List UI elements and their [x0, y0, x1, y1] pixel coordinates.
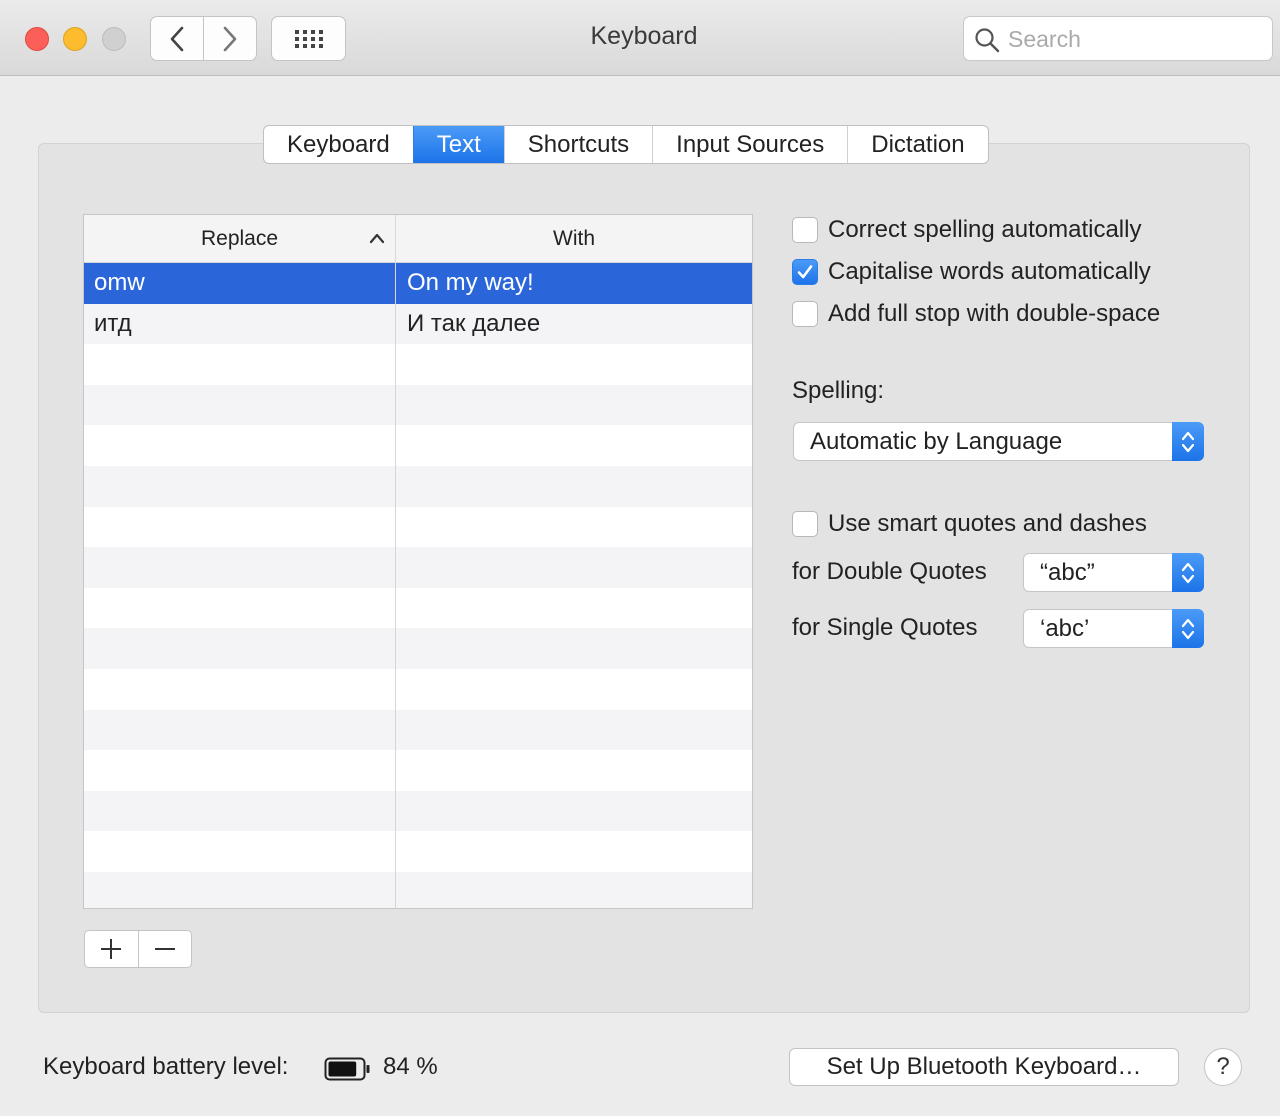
column-header-with-label: With	[553, 227, 595, 250]
tab-shortcuts[interactable]: Shortcuts	[503, 126, 652, 163]
replace-cell[interactable]: итд	[84, 304, 396, 345]
plus-icon	[101, 939, 122, 959]
empty-row	[84, 588, 752, 629]
add-button[interactable]	[85, 931, 138, 967]
correct-spelling-checkbox[interactable]	[792, 217, 818, 243]
add-remove-buttons	[84, 930, 192, 968]
battery-icon	[324, 1057, 370, 1081]
tab-input-sources[interactable]: Input Sources	[652, 126, 847, 163]
popup-arrows-icon	[1172, 553, 1204, 592]
smart-quotes-checkbox[interactable]	[792, 511, 818, 537]
battery-level-value: 84 %	[383, 1053, 438, 1080]
column-header-replace[interactable]: Replace	[84, 215, 396, 263]
correct-spelling-option[interactable]: Correct spelling automatically	[792, 215, 1141, 245]
smart-quotes-label: Use smart quotes and dashes	[828, 510, 1147, 537]
spelling-popup[interactable]: Automatic by Language	[793, 422, 1204, 461]
column-divider	[395, 263, 396, 908]
capitalise-words-checkbox[interactable]	[792, 259, 818, 285]
empty-row	[84, 344, 752, 385]
empty-row	[84, 507, 752, 548]
single-quotes-popup-value: ‘abc’	[1040, 615, 1090, 642]
tab-dictation[interactable]: Dictation	[847, 126, 987, 163]
smart-quotes-option[interactable]: Use smart quotes and dashes	[792, 509, 1147, 539]
with-cell[interactable]: On my way!	[396, 263, 752, 304]
column-header-replace-label: Replace	[200, 227, 279, 250]
empty-row	[84, 425, 752, 466]
capitalise-words-label: Capitalise words automatically	[828, 258, 1151, 285]
table-rows: omw On my way! итд И так далее	[84, 263, 752, 908]
empty-row	[84, 384, 752, 426]
tab-bar: Keyboard Text Shortcuts Input Sources Di…	[263, 125, 989, 164]
battery-level-label: Keyboard battery level:	[43, 1053, 289, 1080]
full-stop-option[interactable]: Add full stop with double-space	[792, 299, 1160, 329]
popup-arrows-icon	[1172, 609, 1204, 648]
search-input[interactable]	[1008, 23, 1258, 55]
double-quotes-label: for Double Quotes	[792, 558, 987, 585]
empty-row	[84, 628, 752, 669]
help-button[interactable]: ?	[1204, 1048, 1242, 1086]
search-icon	[975, 28, 1000, 53]
tab-keyboard[interactable]: Keyboard	[264, 126, 413, 163]
spelling-popup-value: Automatic by Language	[810, 428, 1063, 455]
double-quotes-popup-value: “abc”	[1040, 559, 1095, 586]
empty-row	[84, 465, 752, 507]
single-quotes-popup[interactable]: ‘abc’	[1023, 609, 1204, 648]
minus-icon	[154, 948, 175, 950]
single-quotes-label: for Single Quotes	[792, 614, 978, 641]
capitalise-words-option[interactable]: Capitalise words automatically	[792, 257, 1151, 287]
remove-button[interactable]	[137, 931, 192, 967]
text-replacement-table[interactable]: Replace With omw On my way! итд И так да…	[83, 214, 753, 909]
double-quotes-popup[interactable]: “abc”	[1023, 553, 1204, 592]
empty-row	[84, 871, 752, 908]
empty-row	[84, 547, 752, 588]
set-up-bluetooth-keyboard-button[interactable]: Set Up Bluetooth Keyboard…	[789, 1048, 1179, 1086]
table-header: Replace With	[84, 215, 752, 263]
checkmark-icon	[797, 265, 813, 279]
full-stop-label: Add full stop with double-space	[828, 300, 1161, 327]
empty-row	[84, 669, 752, 710]
replace-cell[interactable]: omw	[84, 263, 396, 304]
empty-row	[84, 750, 752, 791]
spelling-label: Spelling:	[792, 377, 885, 404]
table-row[interactable]: итд И так далее	[84, 303, 752, 345]
correct-spelling-label: Correct spelling automatically	[828, 216, 1142, 243]
search-field[interactable]	[963, 16, 1273, 61]
empty-row	[84, 790, 752, 832]
empty-row	[84, 709, 752, 751]
table-row[interactable]: omw On my way!	[84, 263, 752, 304]
full-stop-checkbox[interactable]	[792, 301, 818, 327]
title-bar: Keyboard	[0, 0, 1280, 76]
popup-arrows-icon	[1172, 422, 1204, 461]
with-cell[interactable]: И так далее	[396, 304, 752, 345]
empty-row	[84, 831, 752, 872]
tab-text[interactable]: Text	[412, 126, 504, 163]
sort-ascending-icon	[369, 233, 385, 244]
column-header-with[interactable]: With	[396, 215, 752, 263]
